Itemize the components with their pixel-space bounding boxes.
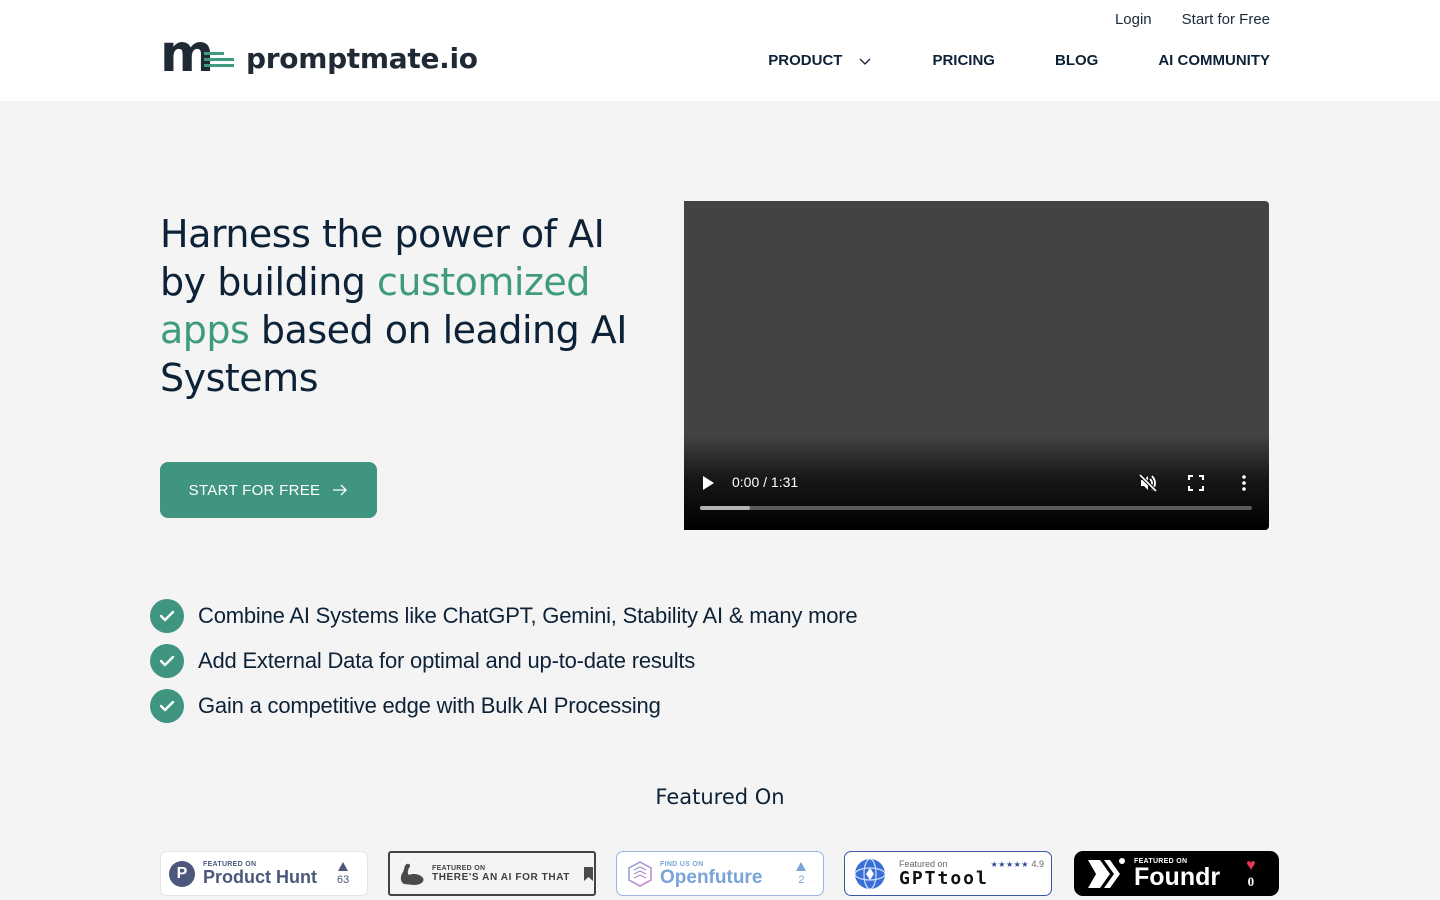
- featured-on-heading: Featured On: [655, 785, 785, 809]
- openfuture-badge[interactable]: FIND US ON Openfuture 2: [616, 851, 824, 896]
- nav-item-label: PRODUCT: [768, 52, 843, 69]
- flexed-arm-icon: [400, 863, 424, 885]
- badge-text: FEATURED ON Product Hunt: [203, 861, 317, 886]
- badge-name: THERE'S AN AI FOR THAT: [432, 871, 570, 883]
- video-controls: 0:00 / 1:31: [684, 471, 1269, 495]
- product-hunt-badge[interactable]: P FEATURED ON Product Hunt 63: [160, 851, 368, 896]
- badge-name: Openfuture: [660, 866, 763, 888]
- video-progress-bar[interactable]: [700, 506, 1252, 510]
- check-circle-icon: [150, 689, 184, 723]
- list-item: Combine AI Systems like ChatGPT, Gemini,…: [150, 599, 858, 633]
- more-options-icon[interactable]: [1236, 473, 1252, 493]
- badge-kicker: FEATURED ON: [432, 864, 486, 872]
- rating-value: 4.9: [1031, 858, 1044, 869]
- gpttool-badge[interactable]: Featured on ★★★★★ 4.9 GPTtool: [844, 851, 1052, 896]
- muted-volume-icon[interactable]: [1138, 473, 1158, 493]
- site-header: m promptmate.io Login Start for Free PRO…: [0, 0, 1440, 101]
- nav-item-ai-community[interactable]: AI COMMUNITY: [1158, 52, 1270, 69]
- chevron-down-icon: [860, 58, 871, 65]
- feature-text: Gain a competitive edge with Bulk AI Pro…: [198, 693, 661, 718]
- start-for-free-link[interactable]: Start for Free: [1182, 11, 1270, 28]
- badge-text: FIND US ON Openfuture: [660, 861, 762, 887]
- badge-text: FEATURED ON THERE'S AN AI FOR THAT: [432, 865, 570, 883]
- likes: ♥ 0: [1246, 856, 1256, 890]
- badge-text: Featured on ★★★★★ 4.9 GPTtool: [899, 859, 1044, 889]
- upvote-triangle-icon: [796, 861, 807, 871]
- vote-count: 63: [337, 873, 350, 886]
- badge-text: FEATURED ON Foundr: [1134, 858, 1220, 890]
- upvote-triangle-icon: [338, 861, 349, 871]
- theres-an-ai-for-that-badge[interactable]: FEATURED ON THERE'S AN AI FOR THAT: [388, 851, 596, 896]
- feature-list: Combine AI Systems like ChatGPT, Gemini,…: [150, 599, 858, 734]
- nav-item-label: BLOG: [1054, 52, 1099, 69]
- start-for-free-button[interactable]: START FOR FREE: [160, 462, 377, 518]
- check-circle-icon: [150, 599, 184, 633]
- gpttool-globe-icon: [854, 857, 886, 890]
- play-icon[interactable]: [703, 476, 714, 490]
- nav-item-blog[interactable]: BLOG: [1055, 52, 1098, 69]
- upvote-count: 63: [337, 861, 350, 886]
- like-count: 0: [1247, 873, 1255, 889]
- bookmark-icon: [583, 866, 593, 881]
- vote-count: 2: [798, 873, 805, 886]
- utility-links: Login Start for Free: [1115, 11, 1270, 28]
- openfuture-logo-icon: [628, 860, 652, 887]
- nav-item-label: PRICING: [932, 52, 995, 69]
- brand-logo[interactable]: m promptmate.io: [160, 28, 478, 80]
- badge-name: GPTtool: [899, 867, 989, 889]
- list-item: Add External Data for optimal and up-to-…: [150, 644, 857, 678]
- list-item: Gain a competitive edge with Bulk AI Pro…: [150, 689, 857, 723]
- hero-title: Harness the power of AI by building cust…: [160, 210, 640, 402]
- feature-text: Add External Data for optimal and up-to-…: [198, 648, 696, 673]
- nav-item-label: AI COMMUNITY: [1158, 52, 1270, 69]
- time-display: 0:00 / 1:31: [732, 474, 799, 490]
- nav-item-pricing[interactable]: PRICING: [932, 52, 995, 69]
- badge-kicker: Featured on: [899, 858, 948, 869]
- buffered-range: [700, 506, 750, 510]
- video-player[interactable]: 0:00 / 1:31: [684, 201, 1269, 530]
- nav-item-product[interactable]: PRODUCT: [768, 52, 872, 69]
- foundr-logo-icon: [1088, 857, 1125, 888]
- foundr-badge[interactable]: FEATURED ON Foundr ♥ 0: [1074, 851, 1279, 896]
- star-rating-icon: ★★★★★: [990, 859, 1029, 869]
- upvote-count: 2: [796, 861, 807, 886]
- cta-label: START FOR FREE: [188, 481, 321, 499]
- check-circle-icon: [150, 644, 184, 678]
- brand-name: promptmate.io: [246, 41, 478, 75]
- badge-name: Foundr: [1134, 862, 1221, 891]
- rating: ★★★★★ 4.9: [991, 859, 1044, 869]
- login-link[interactable]: Login: [1115, 11, 1152, 28]
- logo-mark-icon: m: [160, 28, 238, 80]
- badge-name: Product Hunt: [203, 867, 317, 887]
- feature-text: Combine AI Systems like ChatGPT, Gemini,…: [198, 603, 858, 628]
- product-hunt-logo-icon: P: [169, 860, 195, 887]
- arrow-right-icon: [333, 484, 348, 496]
- badge-header-row: Featured on ★★★★★ 4.9: [899, 859, 1044, 869]
- main-nav: PRODUCT PRICING BLOG AI COMMUNITY: [768, 52, 1270, 69]
- fullscreen-icon[interactable]: [1187, 474, 1205, 492]
- heart-icon: ♥: [1246, 856, 1256, 874]
